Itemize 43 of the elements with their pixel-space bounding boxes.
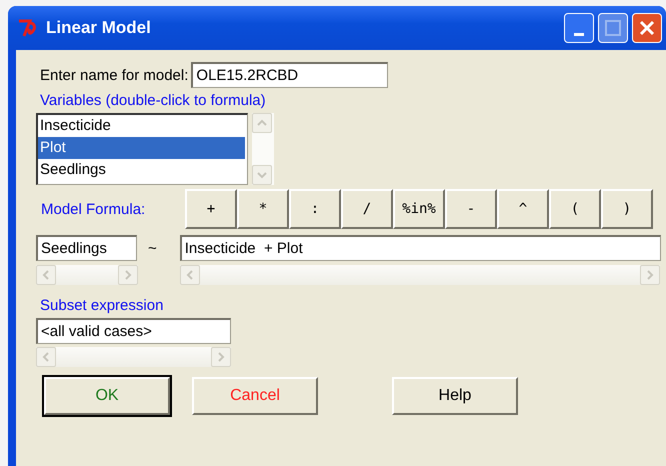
horizontal-scrollbar[interactable] (36, 265, 138, 285)
maximize-button[interactable] (598, 13, 628, 43)
variable-item[interactable]: Insecticide (38, 115, 245, 137)
subset-label: Subset expression (40, 297, 164, 314)
scroll-right-icon (216, 352, 226, 362)
formula-field[interactable]: Insecticide + Plot (180, 235, 661, 261)
scroll-left-icon (185, 270, 195, 280)
model-name-label: Enter name for model: (40, 66, 188, 84)
model-formula-label: Model Formula: (41, 200, 146, 218)
scroll-down-icon (257, 170, 267, 180)
close-button[interactable] (632, 13, 662, 43)
variables-label: Variables (double-click to formula) (40, 92, 266, 109)
operator-button[interactable]: ( (549, 189, 601, 229)
maximize-icon (605, 20, 621, 36)
dialog-button[interactable]: OK (44, 377, 170, 415)
close-icon (639, 20, 655, 36)
variables-list[interactable]: Insecticide Plot Seedlings (36, 113, 248, 185)
scroll-right-icon (123, 270, 133, 280)
tilde-symbol: ~ (148, 240, 157, 256)
response-field[interactable]: Seedlings (36, 235, 137, 261)
vertical-scrollbar[interactable] (252, 113, 274, 185)
scroll-left-icon (41, 352, 51, 362)
operator-button[interactable]: ) (601, 189, 653, 229)
horizontal-scrollbar[interactable] (36, 347, 231, 367)
scroll-left-icon (41, 270, 51, 280)
operator-button[interactable]: ^ (497, 189, 549, 229)
operator-button[interactable]: : (289, 189, 341, 229)
model-name-field[interactable]: OLE15.2RCBD (191, 62, 388, 88)
horizontal-scrollbar[interactable] (180, 265, 660, 285)
dialog-button[interactable]: Help (392, 377, 518, 415)
operator-button[interactable]: - (445, 189, 497, 229)
variable-item[interactable]: Seedlings (38, 159, 245, 181)
variable-item[interactable]: Plot (38, 137, 245, 159)
scroll-up-icon (257, 118, 267, 128)
operator-button[interactable]: / (341, 189, 393, 229)
operator-button[interactable]: + (185, 189, 237, 229)
window-title: Linear Model (46, 18, 152, 38)
minimize-icon (574, 32, 584, 36)
minimize-button[interactable] (564, 13, 594, 43)
operator-button[interactable]: %in% (393, 189, 445, 229)
operator-button[interactable]: * (237, 189, 289, 229)
subset-field[interactable]: <all valid cases> (36, 318, 231, 344)
scroll-right-icon (645, 270, 655, 280)
